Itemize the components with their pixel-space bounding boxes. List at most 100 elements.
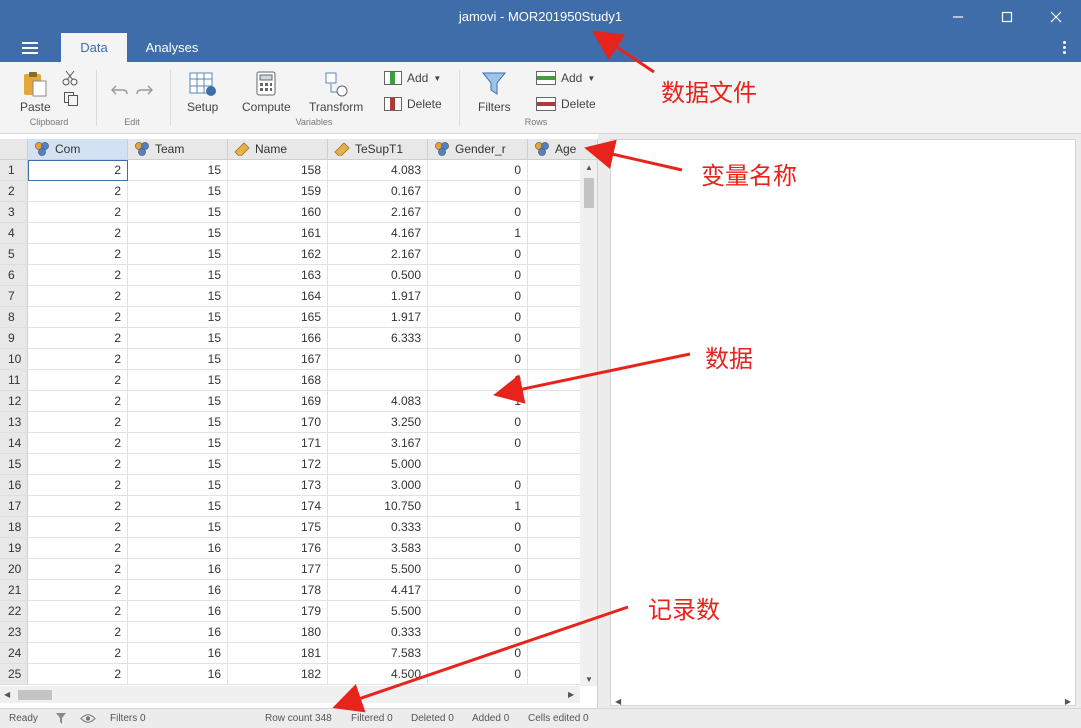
data-cell[interactable]: 180 <box>228 622 328 643</box>
data-cell[interactable]: 163 <box>228 265 328 286</box>
row-number[interactable]: 16 <box>0 475 28 496</box>
row-number[interactable]: 10 <box>0 349 28 370</box>
row-number[interactable]: 24 <box>0 643 28 664</box>
data-cell[interactable]: 2 <box>28 412 128 433</box>
data-cell[interactable]: 2 <box>28 664 128 685</box>
data-cell[interactable]: 2 <box>28 370 128 391</box>
data-cell[interactable]: 2 <box>28 265 128 286</box>
column-header-com[interactable]: Com <box>28 139 128 160</box>
data-cell[interactable]: 0 <box>428 601 528 622</box>
data-cell[interactable]: 15 <box>128 202 228 223</box>
data-cell[interactable]: 7.583 <box>328 643 428 664</box>
data-cell[interactable]: 175 <box>228 517 328 538</box>
data-cell[interactable]: 4.083 <box>328 160 428 181</box>
data-cell[interactable]: 3.167 <box>328 433 428 454</box>
corner-header[interactable] <box>0 139 28 160</box>
row-number[interactable]: 12 <box>0 391 28 412</box>
data-cell[interactable]: 0 <box>428 202 528 223</box>
data-cell[interactable] <box>428 454 528 475</box>
data-cell[interactable]: 2 <box>28 223 128 244</box>
data-cell[interactable]: 0.333 <box>328 622 428 643</box>
data-cell[interactable]: 2 <box>28 307 128 328</box>
row-number[interactable]: 17 <box>0 496 28 517</box>
delete-variable-button[interactable]: Delete <box>384 97 442 111</box>
row-number[interactable]: 5 <box>0 244 28 265</box>
data-cell[interactable]: 179 <box>228 601 328 622</box>
row-number[interactable]: 11 <box>0 370 28 391</box>
data-cell[interactable]: 0.500 <box>328 265 428 286</box>
horizontal-scroll-thumb[interactable] <box>18 690 52 700</box>
data-cell[interactable]: 169 <box>228 391 328 412</box>
data-cell[interactable]: 15 <box>128 517 228 538</box>
horizontal-scrollbar[interactable]: ◀ ▶ <box>0 686 580 703</box>
data-cell[interactable]: 15 <box>128 412 228 433</box>
column-header-gender_r[interactable]: Gender_r <box>428 139 528 160</box>
data-cell[interactable]: 0 <box>428 475 528 496</box>
data-cell[interactable]: 2 <box>28 454 128 475</box>
data-cell[interactable]: 174 <box>228 496 328 517</box>
data-cell[interactable]: 2 <box>28 349 128 370</box>
row-number[interactable]: 25 <box>0 664 28 685</box>
data-cell[interactable]: 15 <box>128 391 228 412</box>
column-header-age[interactable]: Age <box>528 139 597 160</box>
data-cell[interactable]: 158 <box>228 160 328 181</box>
data-cell[interactable]: 16 <box>128 601 228 622</box>
paste-button[interactable]: Paste <box>20 70 51 114</box>
data-cell[interactable]: 2 <box>28 328 128 349</box>
data-cell[interactable]: 0 <box>428 538 528 559</box>
data-cell[interactable]: 162 <box>228 244 328 265</box>
row-number[interactable]: 7 <box>0 286 28 307</box>
data-cell[interactable]: 170 <box>228 412 328 433</box>
data-cell[interactable] <box>328 370 428 391</box>
data-spreadsheet[interactable]: Com Team Name TeSupT1 Gender_r Age 1 2 15 158 4.0… <box>0 139 598 708</box>
scroll-right-arrow-icon[interactable]: ▶ <box>1065 697 1071 706</box>
data-cell[interactable]: 1 <box>428 496 528 517</box>
scroll-right-arrow-icon[interactable]: ▶ <box>568 690 574 699</box>
data-cell[interactable]: 15 <box>128 307 228 328</box>
data-cell[interactable]: 167 <box>228 349 328 370</box>
data-cell[interactable]: 1 <box>428 391 528 412</box>
data-cell[interactable]: 0 <box>428 286 528 307</box>
data-cell[interactable]: 15 <box>128 454 228 475</box>
row-number[interactable]: 6 <box>0 265 28 286</box>
data-cell[interactable]: 168 <box>228 370 328 391</box>
data-cell[interactable]: 0 <box>428 664 528 685</box>
redo-icon[interactable] <box>135 82 153 98</box>
row-number[interactable]: 8 <box>0 307 28 328</box>
row-number[interactable]: 20 <box>0 559 28 580</box>
data-cell[interactable]: 5.000 <box>328 454 428 475</box>
row-number[interactable]: 3 <box>0 202 28 223</box>
data-cell[interactable]: 2 <box>28 559 128 580</box>
row-number[interactable]: 22 <box>0 601 28 622</box>
more-options-icon[interactable] <box>1063 41 1067 56</box>
data-cell[interactable]: 0 <box>428 433 528 454</box>
tab-analyses[interactable]: Analyses <box>136 33 208 62</box>
data-cell[interactable]: 15 <box>128 223 228 244</box>
data-cell[interactable]: 0 <box>428 370 528 391</box>
scroll-left-arrow-icon[interactable]: ◀ <box>615 697 621 706</box>
data-cell[interactable]: 2 <box>28 433 128 454</box>
filter-icon[interactable] <box>55 712 67 725</box>
data-cell[interactable]: 0 <box>428 244 528 265</box>
scroll-up-arrow-icon[interactable]: ▲ <box>585 163 593 172</box>
add-row-button[interactable]: Add ▼ <box>536 71 595 85</box>
data-cell[interactable]: 5.500 <box>328 601 428 622</box>
data-cell[interactable]: 16 <box>128 643 228 664</box>
data-cell[interactable]: 173 <box>228 475 328 496</box>
data-cell[interactable]: 3.250 <box>328 412 428 433</box>
data-cell[interactable]: 15 <box>128 328 228 349</box>
cut-icon[interactable] <box>62 70 78 86</box>
data-cell[interactable]: 2.167 <box>328 202 428 223</box>
data-cell[interactable]: 2 <box>28 202 128 223</box>
data-cell[interactable]: 1.917 <box>328 286 428 307</box>
data-cell[interactable]: 16 <box>128 580 228 601</box>
data-cell[interactable]: 0 <box>428 622 528 643</box>
data-cell[interactable]: 15 <box>128 433 228 454</box>
data-cell[interactable]: 4.083 <box>328 391 428 412</box>
data-cell[interactable]: 161 <box>228 223 328 244</box>
data-cell[interactable]: 0 <box>428 349 528 370</box>
row-number[interactable]: 1 <box>0 160 28 181</box>
data-cell[interactable]: 176 <box>228 538 328 559</box>
vertical-scrollbar[interactable]: ▲ ▼ <box>580 160 597 686</box>
data-cell[interactable]: 15 <box>128 349 228 370</box>
